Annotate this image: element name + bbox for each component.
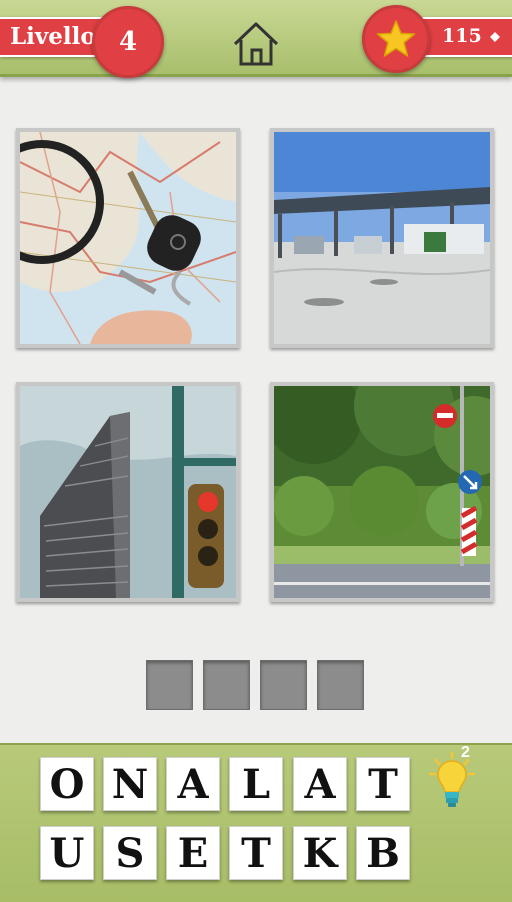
answer-slot-3[interactable] (260, 660, 307, 710)
star-icon (376, 20, 416, 57)
level-label: Livello (10, 23, 96, 50)
letter-tile[interactable]: T (356, 757, 410, 811)
hint-count: 2 (461, 744, 470, 761)
letter-tile[interactable]: T (229, 826, 283, 880)
answer-slot-4[interactable] (317, 660, 364, 710)
letter-tile[interactable]: B (356, 826, 410, 880)
top-bar: Livello 4 115 (0, 0, 512, 78)
answer-slots (146, 660, 368, 712)
photo-map-keys[interactable] (16, 128, 240, 348)
map-keys-image (20, 132, 236, 344)
answer-slot-1[interactable] (146, 660, 193, 710)
letter-tile[interactable]: N (103, 757, 157, 811)
photo-gas-station[interactable] (270, 128, 494, 348)
diamond-icon (490, 32, 500, 42)
gas-station-image (274, 132, 490, 344)
level-number: 4 (118, 27, 138, 57)
letter-tile[interactable]: O (40, 757, 94, 811)
letter-tile[interactable]: A (166, 757, 220, 811)
road-signs-image (274, 386, 490, 598)
answer-slot-2[interactable] (203, 660, 250, 710)
letter-tile[interactable]: E (166, 826, 220, 880)
home-button[interactable] (231, 20, 281, 68)
letter-tile[interactable]: U (40, 826, 94, 880)
letter-tile[interactable]: A (293, 757, 347, 811)
coins-star-button[interactable] (362, 5, 430, 73)
flatiron-image (20, 386, 236, 598)
level-number-badge: 4 (92, 6, 164, 78)
letter-tile[interactable]: L (229, 757, 283, 811)
photo-road-signs[interactable] (270, 382, 494, 602)
coins-value: 115 (442, 25, 482, 47)
letter-tile[interactable]: S (103, 826, 157, 880)
home-icon (233, 22, 279, 66)
photo-flatiron-traffic-light[interactable] (16, 382, 240, 602)
letter-tile[interactable]: K (293, 826, 347, 880)
